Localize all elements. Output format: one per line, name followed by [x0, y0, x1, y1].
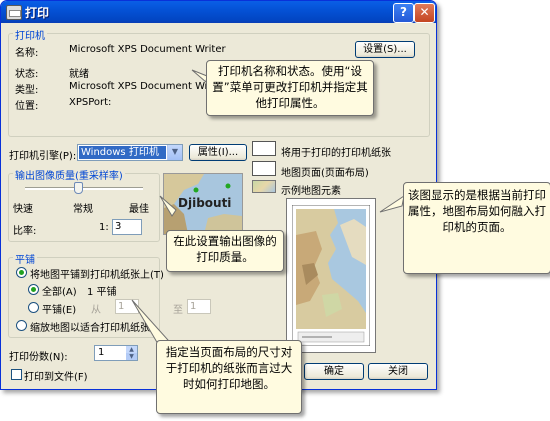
- quality-callout: 在此设置输出图像的打印质量。: [166, 230, 284, 272]
- tiling-callout: 指定当页面布局的尺寸对于打印机的纸张而言过大时如何打印地图。: [156, 340, 302, 414]
- preview-callout: 该图显示的是根据当前打印属性，地图布局如何融入打印机的页面。: [403, 182, 550, 274]
- printer-info-callout: 打印机名称和状态。使用“设置”菜单可更改打印机并指定其他打印属性。: [206, 60, 374, 116]
